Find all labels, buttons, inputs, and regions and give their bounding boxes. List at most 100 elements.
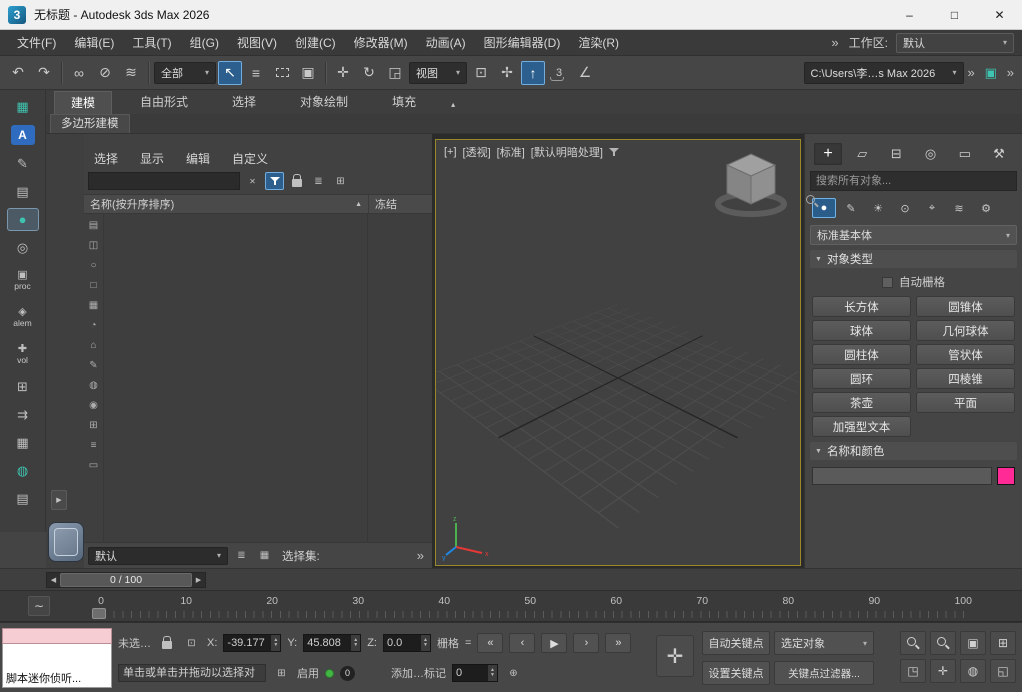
spinner-down-icon[interactable]: ▼ [421,643,430,648]
key-filter-target-dropdown[interactable]: 选定对象 ▾ [774,631,874,655]
strip-alem-tool[interactable]: ◈ alem [13,301,31,333]
menubar-overflow-icon[interactable]: » [829,35,840,50]
strip-sphere-icon[interactable]: ● [7,208,39,231]
explorer-menu-select[interactable]: 选择 [94,150,118,167]
explorer-grid-tool-icon[interactable]: ⊞ [331,172,350,190]
explorer-object-list[interactable] [104,214,432,542]
strip-notes-icon[interactable]: ▤ [7,180,39,203]
spinner-down-icon[interactable]: ▼ [271,643,280,648]
minimize-button[interactable]: – [887,0,932,30]
absolute-mode-icon[interactable]: ⊡ [182,634,201,652]
ribbon-tab-freeform[interactable]: 自由形式 [124,91,204,114]
pan-view-icon[interactable]: ✛ [930,659,956,683]
viewport-menu-general[interactable]: [+] [444,146,457,158]
object-color-swatch[interactable] [997,467,1015,485]
grid-view-icon[interactable]: ▦ [255,547,274,565]
close-button[interactable]: ✕ [977,0,1022,30]
menu-views[interactable]: 视图(V) [228,30,286,56]
motion-tab-icon[interactable]: ◎ [917,143,945,165]
plane-button[interactable]: 平面 [916,392,1015,413]
redo-button[interactable]: ↷ [32,61,56,85]
undo-button[interactable]: ↶ [6,61,30,85]
ribbon-tab-selection[interactable]: 选择 [216,91,272,114]
y-coordinate-input[interactable] [304,637,351,649]
shapes-category-icon[interactable]: ✎ [839,198,863,218]
select-by-name-button[interactable]: ≡ [244,61,268,85]
viewport-menu-shading[interactable]: [默认明暗处理] [531,144,603,160]
previous-frame-arrow-icon[interactable]: ◀ [47,573,60,587]
zoom-extents-all-icon[interactable]: ⊞ [990,631,1016,655]
reference-coordinate-system-dropdown[interactable]: 视图 ▾ [409,62,467,84]
layout-expand-button[interactable]: ▶ [51,490,67,510]
zoom-extents-icon[interactable]: ▣ [960,631,986,655]
rectangular-selection-region-button[interactable] [270,61,294,85]
explorer-search-input[interactable] [88,172,240,190]
object-type-rollout[interactable]: ▼ 对象类型 [810,250,1017,268]
snap-toggle-3d-button[interactable]: 3 [547,61,571,85]
toggle-geometry-icon[interactable]: ○ [86,257,102,273]
modify-tab-icon[interactable]: ▱ [848,143,876,165]
select-and-rotate-button[interactable]: ↻ [357,61,381,85]
strip-crowd-icon[interactable]: ⊞ [7,375,39,398]
selection-filter-dropdown[interactable]: 全部 ▾ [154,62,216,84]
sphere-button[interactable]: 球体 [812,320,911,341]
ribbon-tab-populate[interactable]: 填充 [376,91,432,114]
explorer-overflow-icon[interactable]: » [417,548,428,563]
explorer-menu-customize[interactable]: 自定义 [232,150,268,167]
zoom-icon[interactable] [900,631,926,655]
torus-button[interactable]: 圆环 [812,368,911,389]
viewcube[interactable] [708,144,794,224]
toggle-xref-icon[interactable]: ▭ [86,457,102,473]
menu-modifiers[interactable]: 修改器(M) [345,30,417,56]
maxscript-mini-listener[interactable]: 脚本迷你侦听... [2,628,112,688]
project-folder-dropdown[interactable]: C:\Users\李…s Max 2026 ▾ [804,62,964,84]
ribbon-collapse-icon[interactable]: ▴ [444,94,462,114]
hierarchy-tab-icon[interactable]: ⊟ [882,143,910,165]
select-and-move-button[interactable]: ✛ [331,61,355,85]
set-keys-button[interactable]: ✛ [656,635,694,677]
selection-lock-icon[interactable] [157,634,176,652]
strip-proc-tool[interactable]: ▣ proc [14,264,31,296]
select-and-manipulate-button[interactable]: ✢ [495,61,519,85]
object-name-input[interactable] [812,467,992,485]
menu-file[interactable]: 文件(F) [8,30,65,56]
toggle-layers-icon[interactable]: ◫ [86,237,102,253]
ribbon-tab-modeling[interactable]: 建模 [54,91,112,114]
key-filters-button[interactable]: 关键点过滤器... [774,661,874,685]
window-crossing-toggle[interactable]: ▣ [296,61,320,85]
ribbon-tab-object-paint[interactable]: 对象绘制 [284,91,364,114]
utilities-tab-icon[interactable]: ⚒ [985,143,1013,165]
current-frame-field[interactable]: ▲▼ [452,664,498,682]
strip-arrows-icon[interactable]: ⇉ [7,403,39,426]
text-plus-button[interactable]: 加强型文本 [812,416,911,437]
display-tab-icon[interactable]: ▭ [951,143,979,165]
strip-grid-icon[interactable]: ▦ [7,95,39,118]
menu-create[interactable]: 创建(C) [286,30,345,56]
column-header-frozen[interactable]: 冻结 [368,195,432,213]
viewport-layout-tab[interactable] [48,522,84,562]
space-warps-category-icon[interactable]: ≋ [947,198,971,218]
use-pivot-center-button[interactable]: ⊡ [469,61,493,85]
scene-explorer-toggle-icon[interactable]: ▣ [979,61,1003,85]
select-and-scale-button[interactable]: ◲ [383,61,407,85]
toggle-helpers-icon[interactable]: ⌂ [86,337,102,353]
maximize-viewport-toggle-icon[interactable]: ◱ [990,659,1016,683]
toolbar-overflow-icon[interactable]: » [966,65,977,80]
menu-edit[interactable]: 编辑(E) [65,30,123,56]
layers-view-icon[interactable]: ≣ [232,547,251,565]
previous-frame-button[interactable]: ‹ [509,633,535,653]
strip-vol-tool[interactable]: ✚ vol [17,338,28,370]
set-key-button[interactable]: 设置关键点 [702,661,770,685]
column-header-name[interactable]: 名称(按升序排序) ▲ [84,196,368,212]
strip-pencil-icon[interactable]: ✎ [7,152,39,175]
explorer-menu-edit[interactable]: 编辑 [186,150,210,167]
y-coordinate-field[interactable]: ▲▼ [303,634,361,652]
go-to-start-button[interactable]: « [477,633,503,653]
time-slider-handle[interactable]: 0 / 100 [60,573,192,587]
go-to-end-button[interactable]: » [605,633,631,653]
app-logo-icon[interactable]: 3 [8,6,26,24]
spinner-down-icon[interactable]: ▼ [351,643,360,648]
strip-spheres-icon[interactable]: ◍ [7,459,39,482]
explorer-menu-display[interactable]: 显示 [140,150,164,167]
keyboard-override-toggle[interactable]: ↑ [521,61,545,85]
